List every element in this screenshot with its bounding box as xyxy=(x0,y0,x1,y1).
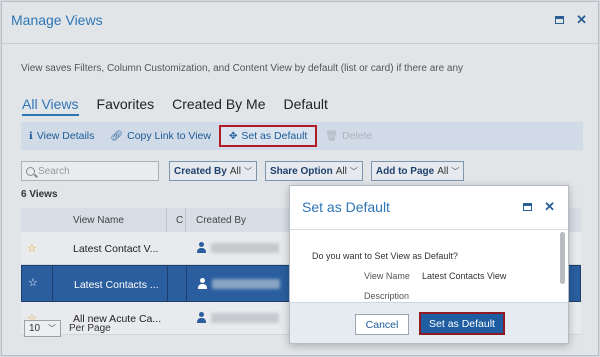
add-to-page-filter-label: Add to Page xyxy=(375,165,435,177)
close-icon[interactable]: ✕ xyxy=(544,200,555,213)
cancel-button[interactable]: Cancel xyxy=(355,314,409,335)
dialog-divider xyxy=(290,229,568,230)
dialog-question: Do you want to Set View as Default? xyxy=(312,251,458,261)
info-icon: ℹ xyxy=(29,130,33,142)
pager: 10 ﹀ Per Page xyxy=(24,320,111,337)
copy-link-label: Copy Link to View xyxy=(127,130,211,142)
user-icon xyxy=(198,278,207,289)
created-by-filter-value: All xyxy=(229,165,241,177)
chevron-down-icon: ﹀ xyxy=(48,324,56,333)
add-to-page-filter-value: All xyxy=(437,165,449,177)
tab-created-by-me[interactable]: Created By Me xyxy=(172,96,265,116)
crosshair-icon: ✥ xyxy=(228,130,238,142)
page-size-value: 10 xyxy=(29,323,41,334)
column-divider xyxy=(185,208,186,232)
view-name-cell: Latest Contact V... xyxy=(73,243,159,255)
tab-favorites[interactable]: Favorites xyxy=(97,96,155,116)
delete-button[interactable]: 🗑︎ Delete xyxy=(317,125,380,147)
maximize-icon[interactable] xyxy=(523,202,533,211)
chevron-down-icon: ﹀ xyxy=(243,166,252,176)
share-option-filter-value: All xyxy=(335,165,347,177)
search-input[interactable]: Search xyxy=(21,161,159,181)
views-count: 6 Views xyxy=(21,189,58,200)
chevron-down-icon: ﹀ xyxy=(349,166,358,176)
link-icon: 🔗︎ xyxy=(110,130,124,142)
column-view-name[interactable]: View Name xyxy=(73,215,124,226)
redacted-name xyxy=(211,313,279,323)
add-to-page-filter[interactable]: Add to Page All ﹀ xyxy=(370,161,465,181)
view-details-button[interactable]: ℹ View Details xyxy=(21,125,102,147)
close-icon[interactable]: ✕ xyxy=(576,13,587,26)
favorite-star-icon[interactable]: ☆ xyxy=(28,276,38,289)
set-default-button[interactable]: ✥ Set as Default xyxy=(218,125,318,147)
search-icon xyxy=(26,166,35,176)
confirm-set-default-button[interactable]: Set as Default xyxy=(419,312,505,335)
tab-default[interactable]: Default xyxy=(284,96,328,116)
description-label: Description xyxy=(364,291,410,301)
set-default-dialog: Set as Default ✕ Do you want to Set View… xyxy=(289,185,569,344)
user-icon xyxy=(197,242,206,253)
user-icon xyxy=(197,312,206,323)
redacted-name xyxy=(212,279,280,289)
created-by-filter-label: Created By xyxy=(174,165,227,177)
cell-divider xyxy=(52,266,53,301)
maximize-icon[interactable] xyxy=(555,15,565,24)
view-name-cell: Latest Contacts ... xyxy=(74,279,159,291)
cell-divider xyxy=(167,266,168,301)
delete-label: Delete xyxy=(342,130,373,142)
dialog-controls: ✕ xyxy=(523,200,555,213)
window-controls: ✕ xyxy=(555,13,587,26)
page-size-select[interactable]: 10 ﹀ xyxy=(24,320,61,337)
view-details-label: View Details xyxy=(36,130,95,142)
column-divider xyxy=(166,208,167,232)
tab-all-views[interactable]: All Views xyxy=(22,96,79,116)
set-default-label: Set as Default xyxy=(241,130,308,142)
view-tabs: All Views Favorites Created By Me Defaul… xyxy=(22,96,346,116)
trash-icon: 🗑︎ xyxy=(325,130,339,142)
cell-divider xyxy=(186,266,187,301)
column-c[interactable]: C xyxy=(176,215,183,226)
view-name-label: View Name xyxy=(364,271,410,281)
chevron-down-icon: ﹀ xyxy=(451,166,460,176)
filter-bar: Search Created By All ﹀ Share Option All… xyxy=(21,161,472,181)
window-title: Manage Views xyxy=(11,12,103,28)
view-name-value: Latest Contacts View xyxy=(422,271,507,281)
dialog-footer: Cancel Set as Default xyxy=(290,302,568,343)
description-text: View saves Filters, Column Customization… xyxy=(21,63,464,74)
created-by-filter[interactable]: Created By All ﹀ xyxy=(169,161,257,181)
header-divider xyxy=(2,43,598,44)
per-page-label: Per Page xyxy=(69,323,111,334)
search-placeholder: Search xyxy=(38,165,70,177)
dialog-scrollbar[interactable] xyxy=(560,232,565,284)
share-option-filter-label: Share Option xyxy=(269,165,333,177)
copy-link-button[interactable]: 🔗︎ Copy Link to View xyxy=(102,125,219,147)
favorite-star-icon[interactable]: ☆ xyxy=(27,242,37,255)
toolbar: ℹ View Details 🔗︎ Copy Link to View ✥ Se… xyxy=(21,122,583,150)
share-option-filter[interactable]: Share Option All ﹀ xyxy=(264,161,363,181)
column-created-by[interactable]: Created By xyxy=(196,215,246,226)
dialog-title: Set as Default xyxy=(302,199,390,215)
redacted-name xyxy=(211,243,279,253)
